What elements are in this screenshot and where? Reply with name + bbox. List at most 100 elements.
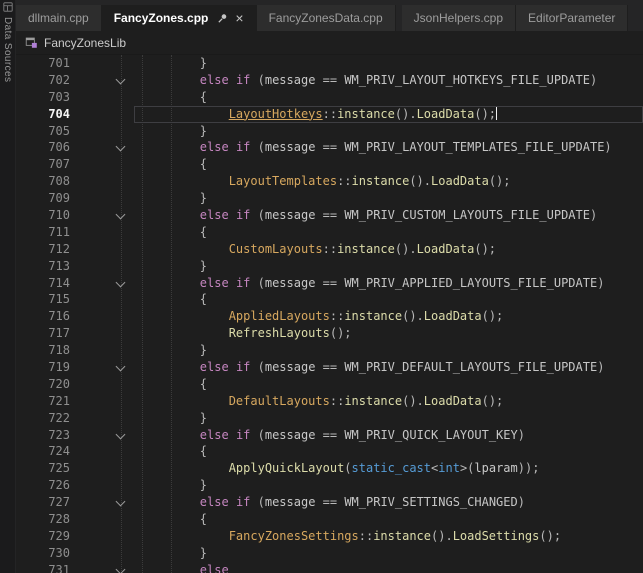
- line-number[interactable]: 722: [16, 410, 76, 427]
- tab-dllmain-cpp[interactable]: dllmain.cpp: [16, 5, 102, 31]
- code-text[interactable]: CustomLayouts::instance().LoadData();: [134, 241, 643, 258]
- fold-collapse-button[interactable]: [112, 359, 134, 376]
- line-number[interactable]: 718: [16, 342, 76, 359]
- glyph-margin: [76, 106, 112, 123]
- fold-collapse-button[interactable]: [112, 139, 134, 156]
- line-number[interactable]: 729: [16, 528, 76, 545]
- line-number[interactable]: 705: [16, 123, 76, 140]
- glyph-margin: [76, 545, 112, 562]
- fold-collapse-button[interactable]: [112, 207, 134, 224]
- code-text[interactable]: {: [134, 291, 643, 308]
- line-number[interactable]: 724: [16, 443, 76, 460]
- line-number[interactable]: 716: [16, 308, 76, 325]
- tab-fancyzonesdata-cpp[interactable]: FancyZonesData.cpp: [257, 5, 396, 31]
- code-text[interactable]: ApplyQuickLayout(static_cast<int>(lparam…: [134, 460, 643, 477]
- line-number[interactable]: 726: [16, 477, 76, 494]
- code-text[interactable]: LayoutTemplates::instance().LoadData();: [134, 173, 643, 190]
- glyph-margin: [76, 156, 112, 173]
- code-text[interactable]: {: [134, 511, 643, 528]
- code-text[interactable]: AppliedLayouts::instance().LoadData();: [134, 308, 643, 325]
- code-text[interactable]: }: [134, 258, 643, 275]
- tab-fancyzones-cpp[interactable]: FancyZones.cpp×: [102, 5, 257, 31]
- side-panel-tab-data-sources[interactable]: Data Sources: [0, 0, 16, 573]
- code-text[interactable]: else if (message == WM_PRIV_LAYOUT_HOTKE…: [134, 72, 643, 89]
- close-icon[interactable]: ×: [235, 11, 243, 25]
- fold-margin: [112, 156, 134, 173]
- line-number[interactable]: 701: [16, 55, 76, 72]
- fold-collapse-button[interactable]: [112, 427, 134, 444]
- line-number[interactable]: 727: [16, 494, 76, 511]
- fold-margin: [112, 89, 134, 106]
- fold-margin: [112, 123, 134, 140]
- fold-collapse-button[interactable]: [112, 494, 134, 511]
- glyph-margin: [76, 89, 112, 106]
- tab-editorparameter[interactable]: EditorParameter: [516, 5, 628, 31]
- code-text[interactable]: {: [134, 376, 643, 393]
- code-text[interactable]: RefreshLayouts();: [134, 325, 643, 342]
- line-number[interactable]: 710: [16, 207, 76, 224]
- line-number[interactable]: 717: [16, 325, 76, 342]
- glyph-margin: [76, 72, 112, 89]
- line-number[interactable]: 706: [16, 139, 76, 156]
- code-line: 731 else: [16, 562, 643, 573]
- line-number[interactable]: 719: [16, 359, 76, 376]
- fold-margin: [112, 393, 134, 410]
- line-number[interactable]: 714: [16, 275, 76, 292]
- code-line: 724 {: [16, 443, 643, 460]
- line-number[interactable]: 730: [16, 545, 76, 562]
- fold-margin: [112, 528, 134, 545]
- code-text[interactable]: else if (message == WM_PRIV_LAYOUT_TEMPL…: [134, 139, 643, 156]
- line-number[interactable]: 704: [16, 106, 76, 123]
- code-text[interactable]: {: [134, 443, 643, 460]
- line-number[interactable]: 707: [16, 156, 76, 173]
- glyph-margin: [76, 427, 112, 444]
- code-text[interactable]: DefaultLayouts::instance().LoadData();: [134, 393, 643, 410]
- code-text[interactable]: }: [134, 545, 643, 562]
- line-number[interactable]: 723: [16, 427, 76, 444]
- fold-collapse-button[interactable]: [112, 72, 134, 89]
- glyph-margin: [76, 123, 112, 140]
- code-text[interactable]: {: [134, 156, 643, 173]
- code-text[interactable]: }: [134, 190, 643, 207]
- code-text[interactable]: {: [134, 224, 643, 241]
- line-number[interactable]: 721: [16, 393, 76, 410]
- code-text[interactable]: else if (message == WM_PRIV_DEFAULT_LAYO…: [134, 359, 643, 376]
- fold-collapse-button[interactable]: [112, 275, 134, 292]
- code-text[interactable]: else if (message == WM_PRIV_CUSTOM_LAYOU…: [134, 207, 643, 224]
- code-text[interactable]: else if (message == WM_PRIV_APPLIED_LAYO…: [134, 275, 643, 292]
- line-number[interactable]: 702: [16, 72, 76, 89]
- breadcrumb[interactable]: FancyZonesLib: [16, 31, 643, 55]
- line-number[interactable]: 708: [16, 173, 76, 190]
- line-number[interactable]: 712: [16, 241, 76, 258]
- code-text[interactable]: }: [134, 477, 643, 494]
- code-text[interactable]: }: [134, 55, 643, 72]
- line-number[interactable]: 728: [16, 511, 76, 528]
- project-icon: [25, 36, 38, 49]
- code-text[interactable]: }: [134, 123, 643, 140]
- code-text[interactable]: else if (message == WM_PRIV_QUICK_LAYOUT…: [134, 427, 643, 444]
- line-number[interactable]: 703: [16, 89, 76, 106]
- line-number[interactable]: 725: [16, 460, 76, 477]
- code-editor[interactable]: 701 } 702 else if (message == WM_PRIV_LAY…: [16, 55, 643, 573]
- pin-icon[interactable]: [217, 13, 228, 24]
- code-line: 730 }: [16, 545, 643, 562]
- code-text[interactable]: else: [134, 562, 643, 573]
- line-number[interactable]: 720: [16, 376, 76, 393]
- code-line: 728 {: [16, 511, 643, 528]
- line-number[interactable]: 731: [16, 562, 76, 573]
- code-text[interactable]: }: [134, 410, 643, 427]
- line-number[interactable]: 709: [16, 190, 76, 207]
- line-number[interactable]: 711: [16, 224, 76, 241]
- fold-margin: [112, 190, 134, 207]
- fold-collapse-button[interactable]: [112, 562, 134, 573]
- code-lines: 701 } 702 else if (message == WM_PRIV_LAY…: [16, 55, 643, 573]
- code-line: 721 DefaultLayouts::instance().LoadData(…: [16, 393, 643, 410]
- tab-jsonhelpers-cpp[interactable]: JsonHelpers.cpp: [402, 5, 516, 31]
- code-text[interactable]: {: [134, 89, 643, 106]
- line-number[interactable]: 715: [16, 291, 76, 308]
- line-number[interactable]: 713: [16, 258, 76, 275]
- code-text[interactable]: else if (message == WM_PRIV_SETTINGS_CHA…: [134, 494, 643, 511]
- code-text[interactable]: }: [134, 342, 643, 359]
- code-text[interactable]: LayoutHotkeys::instance().LoadData();: [134, 106, 643, 123]
- code-text[interactable]: FancyZonesSettings::instance().LoadSetti…: [134, 528, 643, 545]
